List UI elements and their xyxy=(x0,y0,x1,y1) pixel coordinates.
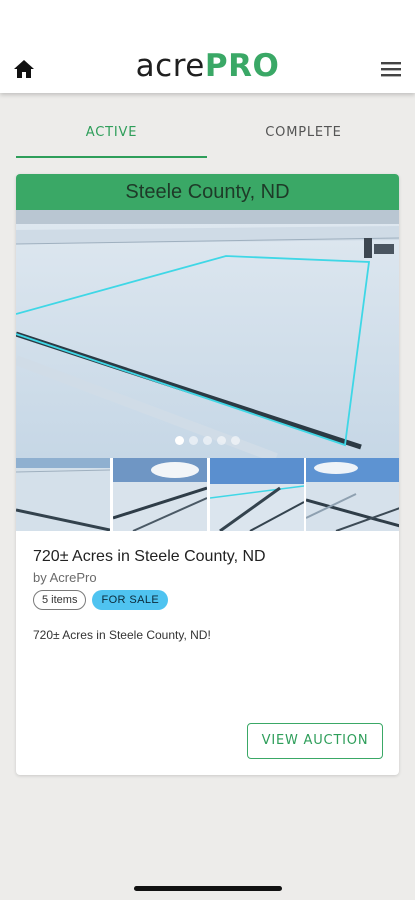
thumbnail-2[interactable] xyxy=(113,458,207,531)
listing-title[interactable]: 720± Acres in Steele County, ND xyxy=(33,548,266,566)
thumbnail-strip xyxy=(16,458,399,531)
logo-text-acre: acre xyxy=(135,48,205,84)
menu-button[interactable] xyxy=(380,60,402,78)
logo-text-pro: PRO xyxy=(204,48,280,84)
listing-tabs: ACTIVE COMPLETE xyxy=(16,110,399,158)
carousel-dot-1[interactable] xyxy=(175,436,184,445)
thumbnail-1[interactable] xyxy=(16,458,110,531)
status-badge: FOR SALE xyxy=(92,590,169,610)
card-location-header: Steele County, ND xyxy=(16,174,399,210)
listing-description: 720± Acres in Steele County, ND! xyxy=(33,628,211,642)
tab-complete[interactable]: COMPLETE xyxy=(208,110,399,156)
tab-active[interactable]: ACTIVE xyxy=(16,110,207,158)
hamburger-menu-icon xyxy=(381,62,401,77)
thumbnail-3[interactable] xyxy=(210,458,304,531)
home-indicator-bar xyxy=(134,886,282,891)
items-count-chip: 5 items xyxy=(33,590,87,610)
view-auction-button[interactable]: VIEW AUCTION xyxy=(247,723,383,759)
carousel-dot-3[interactable] xyxy=(203,436,212,445)
app-header: acrePRO xyxy=(0,0,415,93)
hero-photo[interactable] xyxy=(16,210,399,458)
carousel-dot-2[interactable] xyxy=(189,436,198,445)
carousel-dot-4[interactable] xyxy=(217,436,226,445)
app-logo: acrePRO xyxy=(0,48,415,84)
carousel-dot-5[interactable] xyxy=(231,436,240,445)
listing-byline: by AcrePro xyxy=(33,570,97,585)
thumbnail-4[interactable] xyxy=(306,458,399,531)
carousel-dots xyxy=(16,432,399,450)
listing-chips: 5 items FOR SALE xyxy=(33,590,169,612)
auction-card: Steele County, ND 720± Acres in Steele C… xyxy=(16,174,399,775)
